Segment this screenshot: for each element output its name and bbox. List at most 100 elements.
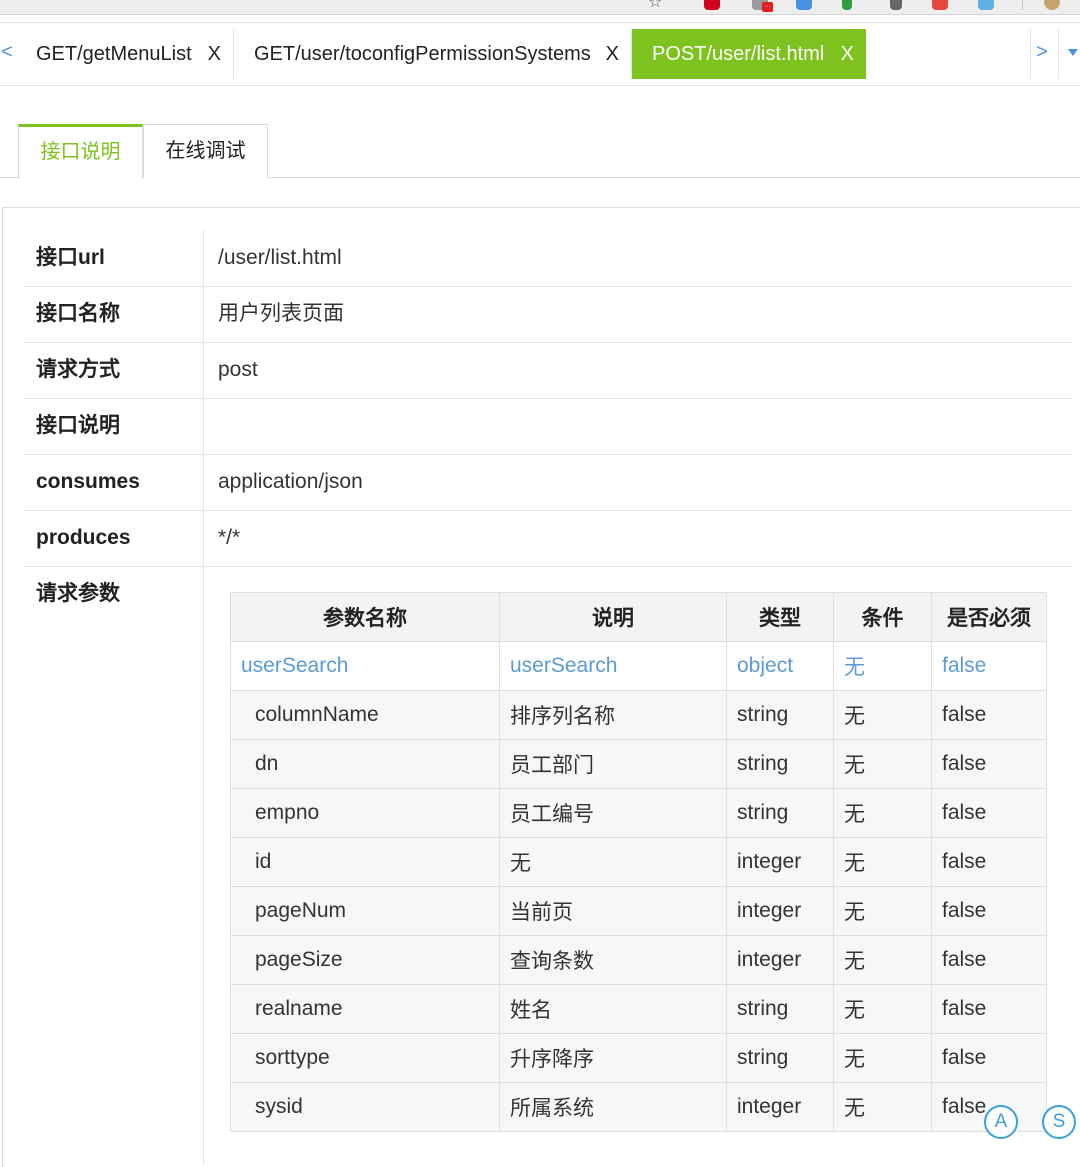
table-cell: 无 [834, 887, 932, 936]
table-cell: 无 [834, 838, 932, 887]
table-cell[interactable]: userSearch [231, 642, 500, 691]
detail-key: consumes [36, 454, 140, 510]
close-icon[interactable]: X [606, 29, 619, 79]
table-cell: 查询条数 [500, 936, 727, 985]
request-tab-toconfig[interactable]: GET/user/toconfigPermissionSystems X [234, 29, 632, 79]
request-tab-bar: < GET/getMenuList X GET/user/toconfigPer… [0, 22, 1080, 86]
table-row: pageSize查询条数integer无false [231, 936, 1047, 985]
detail-value: /user/list.html [218, 230, 342, 286]
tab-next-button[interactable]: > [1030, 41, 1054, 64]
extension-icon[interactable] [932, 0, 948, 10]
tab-prev-button[interactable]: < [0, 41, 14, 64]
detail-value: post [218, 342, 258, 398]
table-cell: pageSize [231, 936, 500, 985]
tab-api-doc[interactable]: 接口说明 [18, 124, 143, 179]
table-cell[interactable]: 无 [834, 642, 932, 691]
tab-menu-icon[interactable] [1068, 49, 1078, 56]
extension-icon[interactable] [842, 0, 852, 10]
table-cell: empno [231, 789, 500, 838]
column-header: 说明 [500, 593, 727, 642]
column-header: 是否必须 [932, 593, 1047, 642]
floating-a-button[interactable]: A [984, 1105, 1018, 1139]
table-row: realname姓名string无false [231, 985, 1047, 1034]
request-tab-getmenulist[interactable]: GET/getMenuList X [16, 29, 234, 79]
detail-key: 接口说明 [36, 398, 120, 454]
close-icon[interactable]: X [208, 29, 221, 79]
table-cell: 无 [834, 1034, 932, 1083]
table-cell: id [231, 838, 500, 887]
table-cell: 无 [834, 1083, 932, 1132]
table-cell: string [727, 985, 834, 1034]
request-tab-label: POST/user/list.html [652, 43, 824, 65]
table-cell: sysid [231, 1083, 500, 1132]
toolbar-divider [1022, 0, 1023, 10]
request-tab-label: GET/user/toconfigPermissionSystems [254, 43, 591, 65]
table-cell[interactable]: object [727, 642, 834, 691]
detail-row-method: 请求方式 post [24, 342, 1073, 399]
extension-badge: ··· [762, 2, 773, 12]
table-cell: 无 [834, 985, 932, 1034]
detail-key: 接口url [36, 230, 105, 286]
detail-row-name: 接口名称 用户列表页面 [24, 286, 1073, 343]
table-cell: pageNum [231, 887, 500, 936]
table-cell: 姓名 [500, 985, 727, 1034]
detail-value: */* [218, 510, 240, 566]
table-cell[interactable]: false [932, 642, 1047, 691]
table-cell: false [932, 936, 1047, 985]
bookmark-star-icon[interactable]: ☆ [648, 0, 662, 12]
extension-icon[interactable] [890, 0, 902, 10]
detail-key: 接口名称 [36, 286, 120, 342]
tab-online-debug[interactable]: 在线调试 [143, 124, 268, 178]
table-cell: 员工编号 [500, 789, 727, 838]
request-params-table: 参数名称 说明 类型 条件 是否必须 userSearchuserSearcho… [230, 592, 1047, 1132]
table-row: sysid所属系统integer无false [231, 1083, 1047, 1132]
column-header: 条件 [834, 593, 932, 642]
table-row: id无integer无false [231, 838, 1047, 887]
avatar[interactable] [1044, 0, 1060, 10]
divider [1058, 29, 1059, 79]
detail-row-consumes: consumes application/json [24, 454, 1073, 511]
table-row[interactable]: userSearchuserSearchobject无false [231, 642, 1047, 691]
extension-icon[interactable] [704, 0, 720, 10]
table-cell: false [932, 740, 1047, 789]
table-cell: string [727, 740, 834, 789]
detail-key: 请求参数 [36, 566, 120, 622]
table-row: columnName排序列名称string无false [231, 691, 1047, 740]
browser-toolbar: ☆ ··· [0, 0, 1080, 15]
table-cell: string [727, 1034, 834, 1083]
table-row: empno员工编号string无false [231, 789, 1047, 838]
table-cell: false [932, 691, 1047, 740]
detail-key: produces [36, 510, 131, 566]
table-cell: false [932, 789, 1047, 838]
extension-icon[interactable] [978, 0, 994, 10]
table-cell: 员工部门 [500, 740, 727, 789]
table-cell: false [932, 985, 1047, 1034]
table-cell: columnName [231, 691, 500, 740]
table-cell: integer [727, 838, 834, 887]
close-icon[interactable]: X [841, 29, 854, 79]
table-cell: string [727, 691, 834, 740]
extension-icon[interactable] [796, 0, 812, 10]
table-cell: integer [727, 1083, 834, 1132]
floating-s-button[interactable]: S [1042, 1105, 1076, 1139]
table-cell: 无 [834, 691, 932, 740]
table-cell: integer [727, 936, 834, 985]
table-cell: realname [231, 985, 500, 1034]
detail-row-url: 接口url /user/list.html [24, 230, 1073, 287]
table-cell: 无 [834, 789, 932, 838]
table-cell: sorttype [231, 1034, 500, 1083]
table-cell: 无 [500, 838, 727, 887]
table-cell[interactable]: userSearch [500, 642, 727, 691]
table-header-row: 参数名称 说明 类型 条件 是否必须 [231, 593, 1047, 642]
request-tab-label: GET/getMenuList [36, 43, 192, 65]
table-cell: false [932, 838, 1047, 887]
column-header: 参数名称 [231, 593, 500, 642]
table-cell: 升序降序 [500, 1034, 727, 1083]
table-row: dn员工部门string无false [231, 740, 1047, 789]
table-cell: 排序列名称 [500, 691, 727, 740]
table-cell: 所属系统 [500, 1083, 727, 1132]
table-row: sorttype升序降序string无false [231, 1034, 1047, 1083]
detail-row-description: 接口说明 [24, 398, 1073, 455]
request-tab-userlist[interactable]: POST/user/list.html X [632, 29, 866, 79]
table-cell: integer [727, 887, 834, 936]
